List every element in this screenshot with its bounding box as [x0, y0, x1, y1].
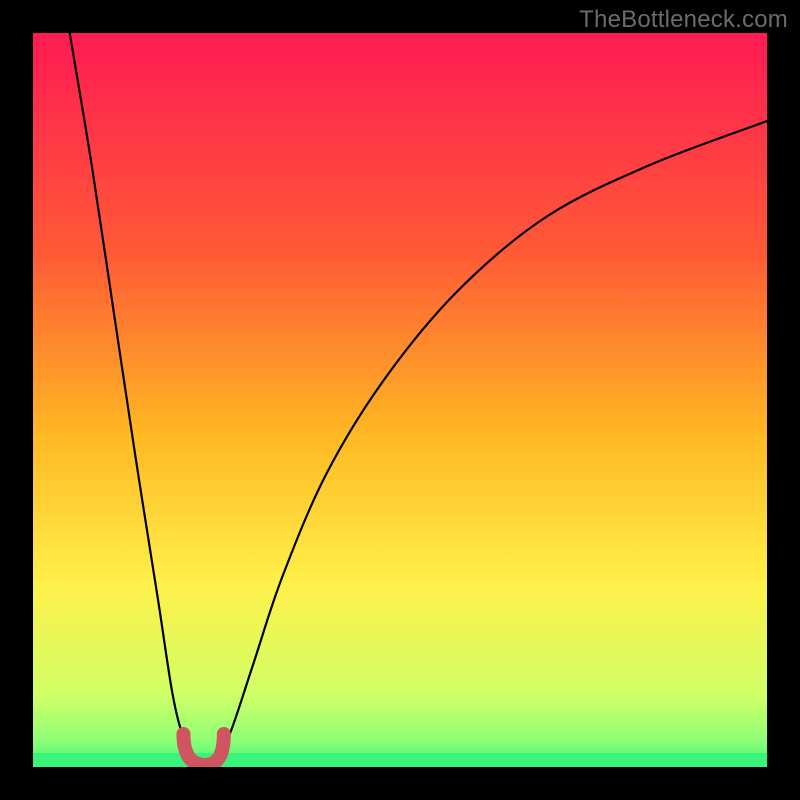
- watermark-text: TheBottleneck.com: [579, 6, 788, 34]
- gradient-background: [33, 33, 767, 767]
- plot-svg: [33, 33, 767, 767]
- bottom-green-band: [33, 753, 767, 767]
- plot-area: [33, 33, 767, 767]
- chart-frame: TheBottleneck.com: [0, 0, 800, 800]
